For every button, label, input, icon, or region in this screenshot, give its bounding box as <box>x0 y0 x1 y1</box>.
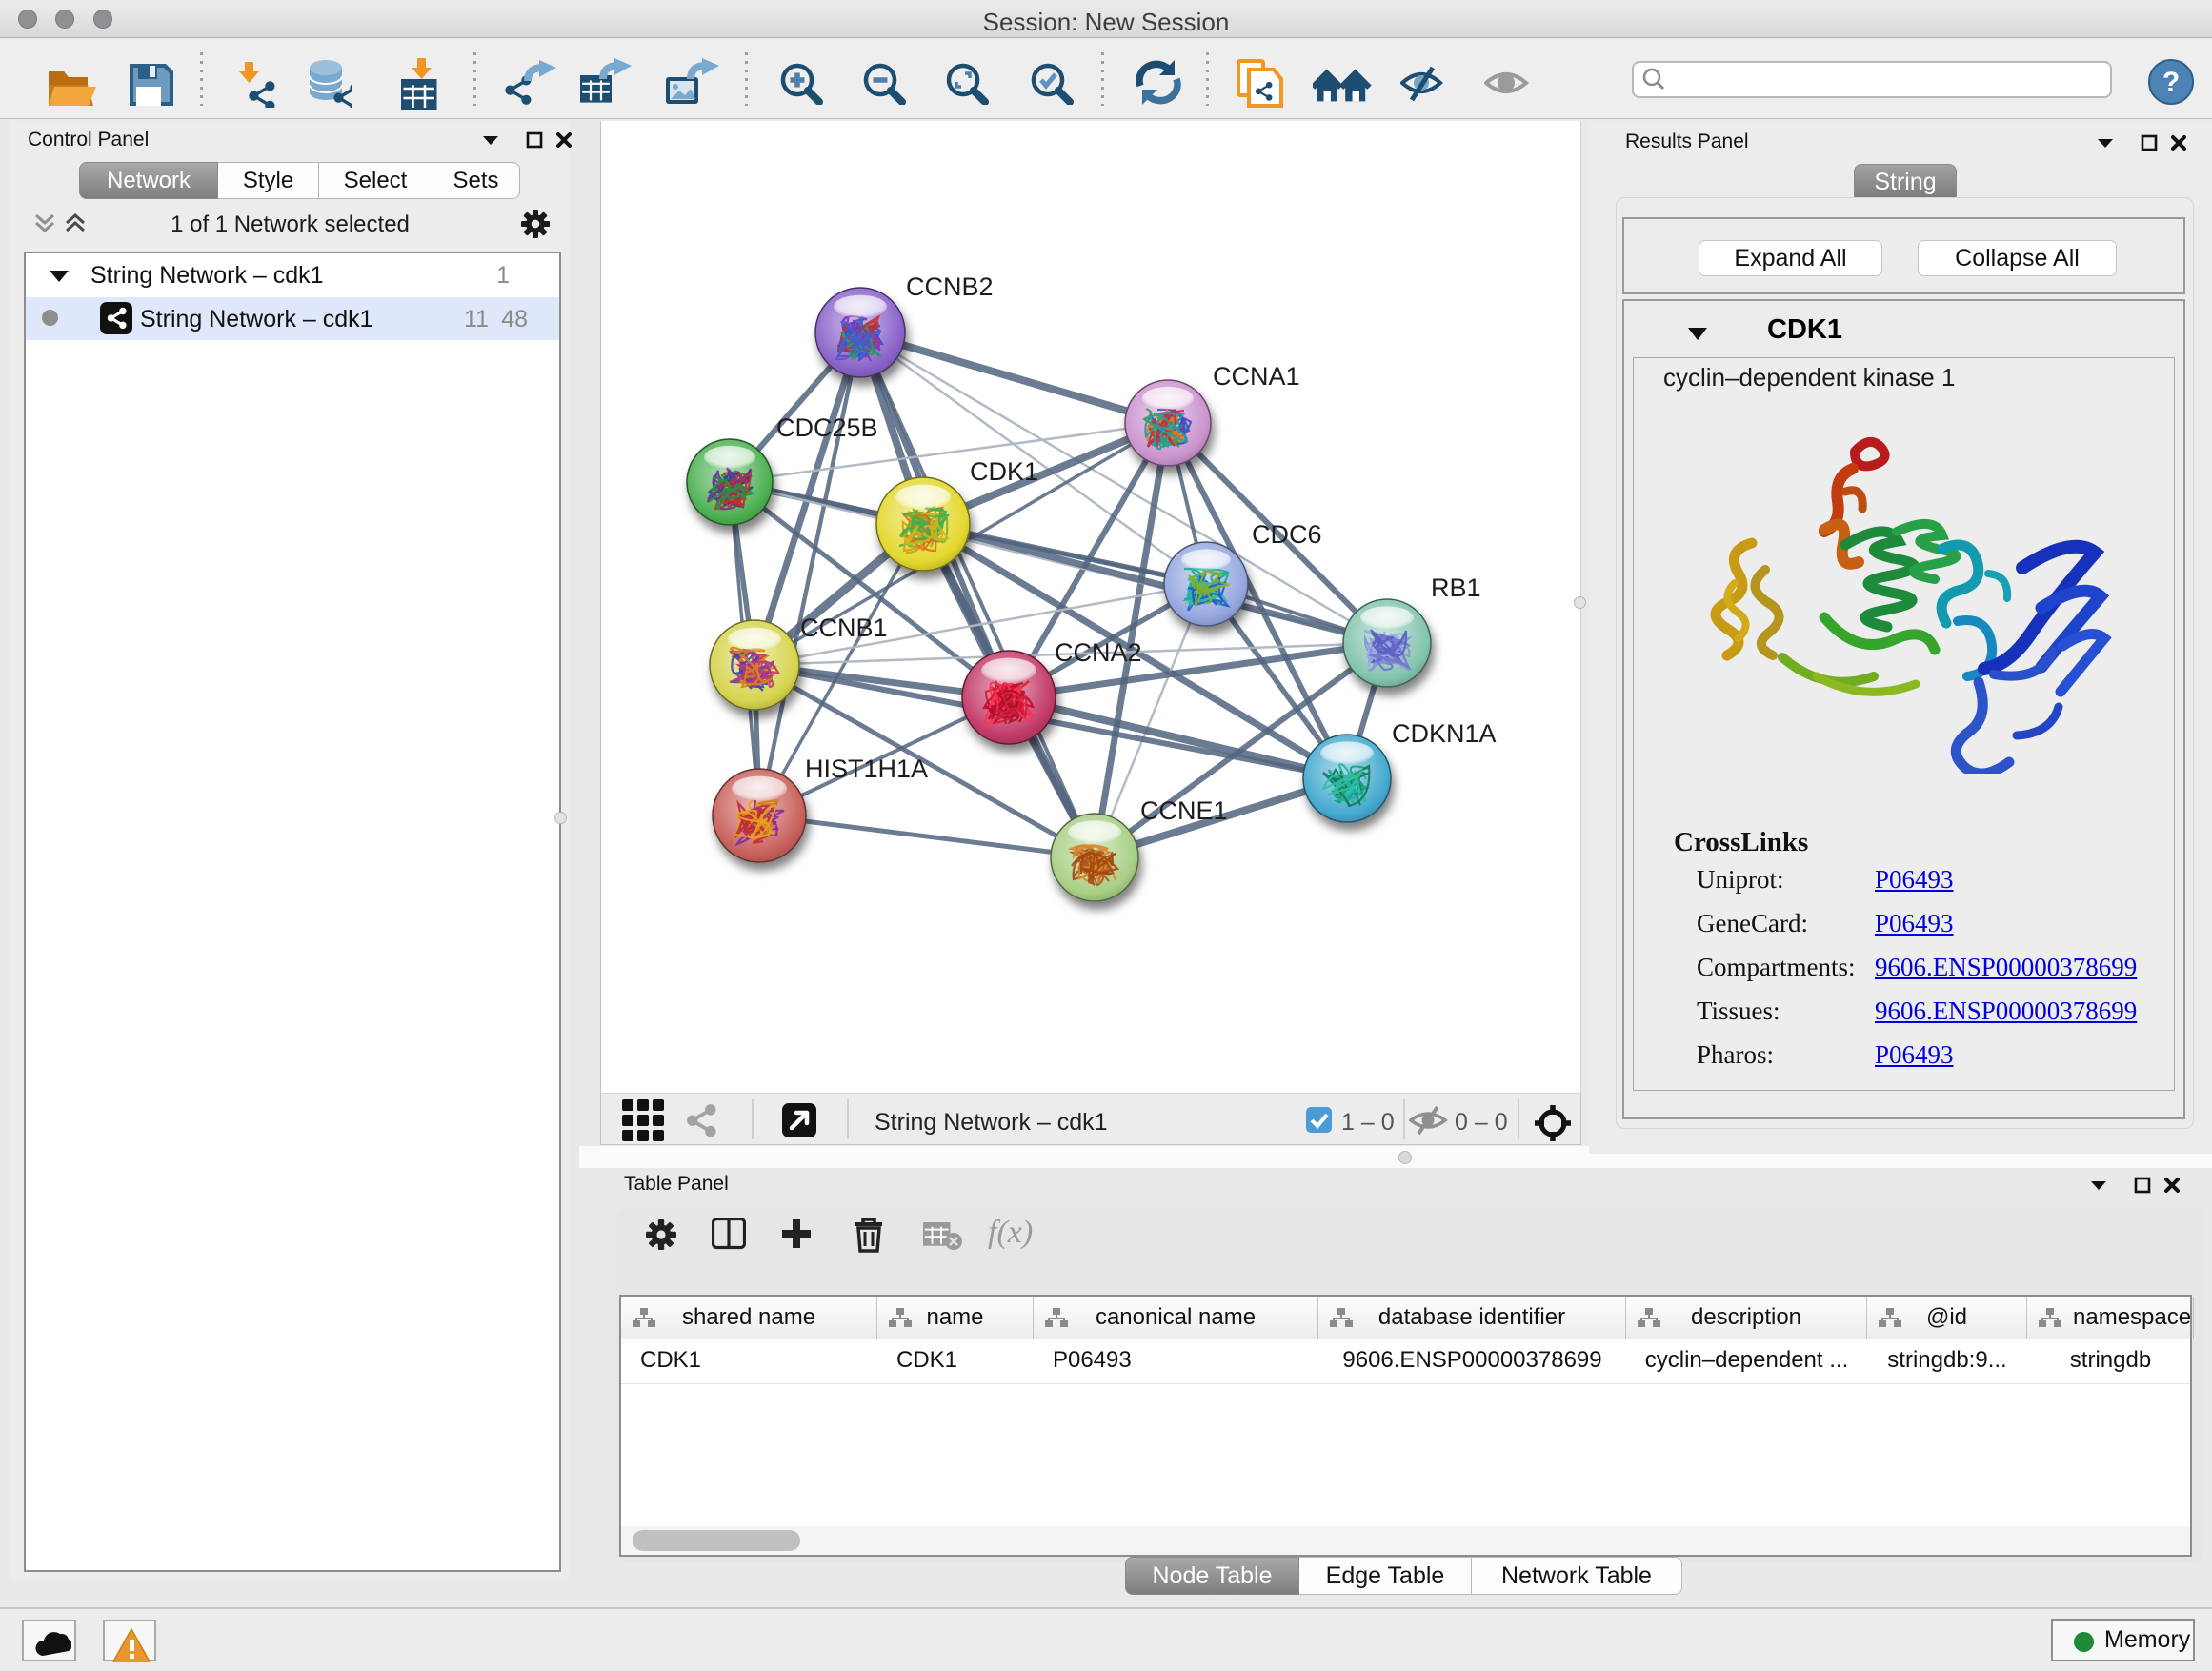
svg-text:CCNB2: CCNB2 <box>906 272 994 301</box>
svg-text:RB1: RB1 <box>1431 574 1481 602</box>
svg-text:CDC25B: CDC25B <box>776 413 878 442</box>
svg-text:CCNE1: CCNE1 <box>1140 796 1228 825</box>
svg-text:HIST1H1A: HIST1H1A <box>805 755 928 783</box>
svg-text:CCNA1: CCNA1 <box>1213 362 1300 391</box>
svg-text:CDK1: CDK1 <box>970 457 1038 486</box>
svg-text:?: ? <box>2162 67 2180 98</box>
svg-text:CDKN1A: CDKN1A <box>1392 719 1497 748</box>
svg-text:CCNA2: CCNA2 <box>1055 638 1142 667</box>
svg-text:CCNB1: CCNB1 <box>800 614 888 642</box>
svg-text:CDC6: CDC6 <box>1252 520 1322 549</box>
